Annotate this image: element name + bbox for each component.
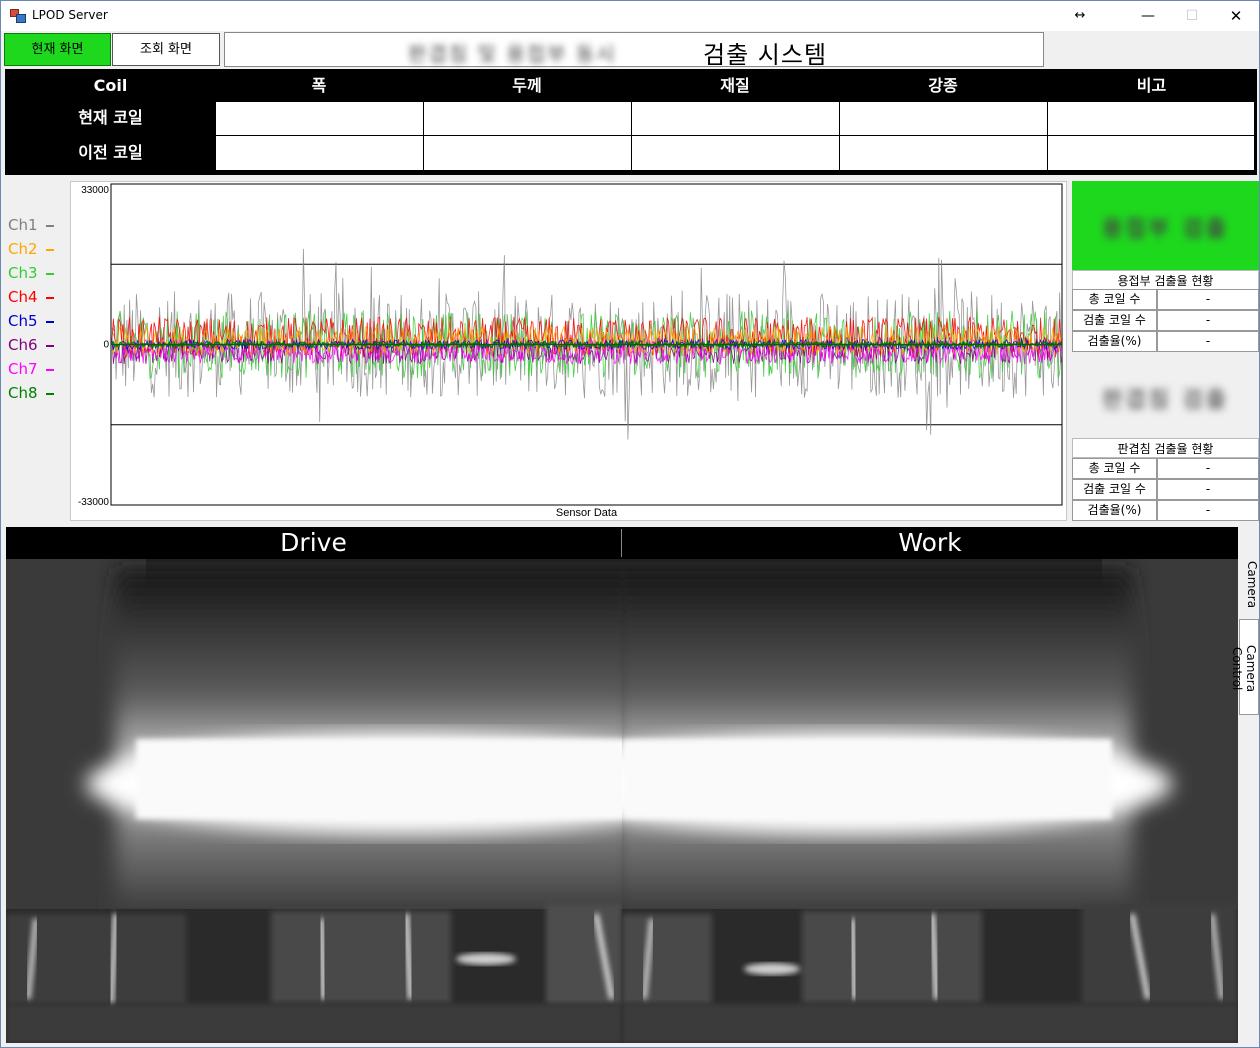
seam-rate-value: - [1157,500,1259,521]
header-remarks: 비고 [1048,71,1255,101]
legend-label: Ch4 [8,288,38,306]
camera-drive-view [6,559,622,1043]
weld-total-row: 총 코일 수 - [1072,289,1259,310]
legend-label: Ch7 [8,360,38,378]
seam-total-row: 총 코일 수 - [1072,458,1259,479]
previous-coil-remarks [1047,135,1255,171]
camera-view [6,559,1238,1043]
seam-detected-label: 검출 코일 수 [1072,479,1157,500]
weld-detect-banner: 용접부 검출 [1072,181,1259,270]
system-title-box: 판겹침 및 용접부 동시 검출 시스템 [224,32,1044,69]
x-axis-label: Sensor Data [556,507,618,519]
current-coil-steel-grade [839,101,1048,136]
history-screen-button[interactable]: 조회 화면 [112,33,220,66]
weld-total-label: 총 코일 수 [1072,289,1157,310]
legend-item-ch4: Ch4 [8,288,68,312]
legend-item-ch5: Ch5 [8,312,68,336]
window-title: LPOD Server [32,8,108,22]
weld-detected-label: 검출 코일 수 [1072,310,1157,331]
legend-label: Ch5 [8,312,38,330]
camera-work-view [622,559,1238,1043]
previous-coil-steel-grade [839,135,1048,171]
header-thickness: 두께 [424,71,630,101]
weld-status-title: 용접부 검출율 현황 [1072,270,1259,290]
tab-camera-control[interactable]: Camera Control [1230,619,1259,715]
row-label-current-coil: 현재 코일 [7,101,214,135]
camera-work-label: Work [898,528,962,557]
weld-detected-value: - [1157,310,1259,331]
legend-swatch [45,296,54,299]
seam-status-title: 판겹침 검출율 현황 [1072,438,1259,458]
current-coil-remarks [1047,101,1255,136]
legend-swatch [45,344,54,347]
app-icon [10,9,26,23]
current-coil-width [215,101,424,136]
seam-rate-label: 검출율(%) [1072,500,1157,521]
legend-swatch [45,224,54,227]
sensor-chart-panel: 33000 0 -33000 Sensor Data [70,181,1067,521]
current-screen-button[interactable]: 현재 화면 [4,33,111,66]
header-width: 폭 [216,71,422,101]
seam-total-label: 총 코일 수 [1072,458,1157,479]
legend-label: Ch8 [8,384,38,402]
weld-rate-label: 검출율(%) [1072,331,1157,352]
legend-label: Ch3 [8,264,38,282]
system-title: 검출 시스템 [703,41,828,69]
legend-item-ch7: Ch7 [8,360,68,384]
y-tick-label: -33000 [78,497,110,508]
y-tick-label: 33000 [81,185,109,196]
weld-detected-row: 검출 코일 수 - [1072,310,1259,331]
title-bar: LPOD Server ↔ — ☐ ✕ [1,1,1259,31]
minimize-button[interactable]: — [1125,1,1171,31]
camera-drive-label: Drive [280,528,347,557]
seam-detected-row: 검출 코일 수 - [1072,479,1259,500]
header-material: 재질 [632,71,838,101]
current-coil-thickness [423,101,632,136]
seam-total-value: - [1157,458,1259,479]
app-window: LPOD Server ↔ — ☐ ✕ 현재 화면 조회 화면 판겹침 및 용접… [0,0,1260,1048]
current-coil-material [631,101,840,136]
camera-header: Drive Work [6,527,1238,559]
legend-item-ch6: Ch6 [8,336,68,360]
previous-coil-material [631,135,840,171]
legend-label: Ch1 [8,216,38,234]
tab-camera[interactable]: Camera [1241,528,1259,620]
previous-coil-thickness [423,135,632,171]
legend-item-ch2: Ch2 [8,240,68,264]
system-title-blurred: 판겹침 및 용접부 동시 [408,42,617,66]
legend-item-ch3: Ch3 [8,264,68,288]
seam-rate-row: 검출율(%) - [1072,500,1259,521]
header-steel-grade: 강종 [840,71,1046,101]
weld-rate-row: 검출율(%) - [1072,331,1259,352]
weld-total-value: - [1157,289,1259,310]
weld-banner-label: 용접부 검출 [1102,217,1229,242]
legend-item-ch8: Ch8 [8,384,68,408]
legend-swatch [45,368,54,371]
camera-work-image [622,559,1238,1043]
previous-coil-width [215,135,424,171]
legend-item-ch1: Ch1 [8,216,68,240]
coil-info-table: Coil 폭 두께 재질 강종 비고 현재 코일 이전 코일 [5,69,1257,175]
legend-swatch [45,320,54,323]
legend-swatch [45,392,54,395]
resize-icon[interactable]: ↔ [1057,1,1103,31]
weld-rate-value: - [1157,331,1259,352]
y-tick-label: 0 [103,340,109,351]
sensor-chart: 33000 0 -33000 Sensor Data [78,183,1063,519]
seam-detected-value: - [1157,479,1259,500]
legend-swatch [45,248,54,251]
seam-banner-label: 판겹침 검출 [1102,388,1229,413]
legend-label: Ch2 [8,240,38,258]
legend-label: Ch6 [8,336,38,354]
chart-legend: Ch1 Ch2 Ch3 Ch4 Ch5 Ch6 Ch7 Ch8 [8,216,68,408]
maximize-button[interactable]: ☐ [1169,1,1215,31]
legend-swatch [45,272,54,275]
header-coil: Coil [7,71,214,101]
camera-drive-image [6,559,622,1043]
close-button[interactable]: ✕ [1213,1,1259,31]
row-label-previous-coil: 이전 코일 [7,136,214,170]
seam-detect-banner: 판겹침 검출 [1072,352,1259,438]
